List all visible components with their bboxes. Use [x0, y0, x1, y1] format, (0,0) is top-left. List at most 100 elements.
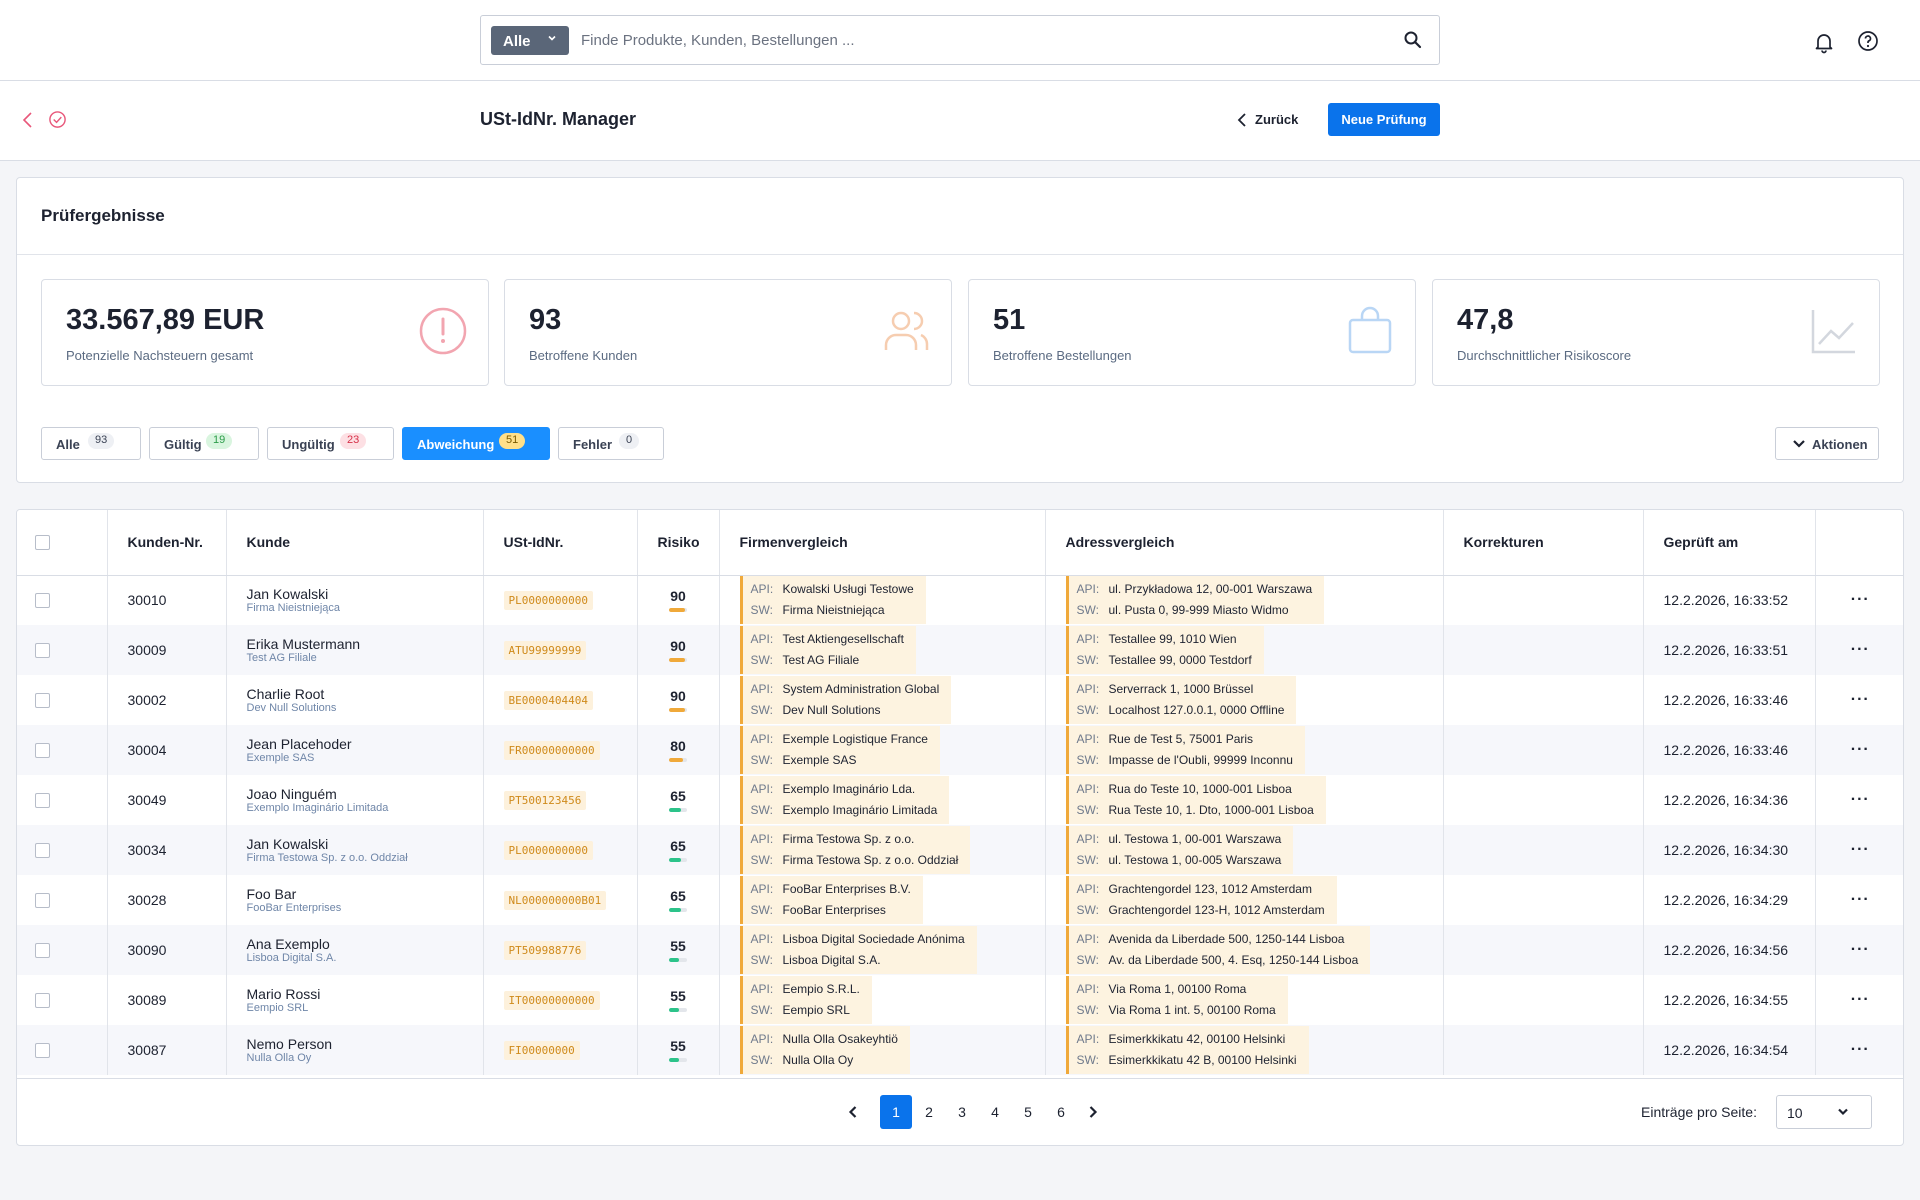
column-header[interactable]: USt-IdNr.: [483, 510, 638, 576]
bell-icon[interactable]: [1812, 30, 1836, 54]
sw-key-label: SW:: [1076, 703, 1099, 717]
customer-cell[interactable]: Charlie Root Dev Null Solutions: [226, 675, 484, 725]
column-header[interactable]: Korrekturen: [1443, 510, 1644, 576]
row-menu-button[interactable]: ···: [1815, 575, 1903, 625]
comparison-sw-line: SW: Nulla Olla Oy: [751, 1050, 898, 1071]
table-row[interactable]: 30090 Ana Exemplo Lisboa Digital S.A. PT509…: [17, 925, 1903, 975]
row-menu-button[interactable]: ···: [1815, 925, 1903, 975]
customer-cell[interactable]: Joao Ninguém Exemplo Imaginário Limitada: [226, 775, 484, 825]
row-menu-button[interactable]: ···: [1815, 875, 1903, 925]
comparison-box: API: Rue de Test 5, 75001 Paris SW: Impasse…: [1065, 726, 1305, 774]
table-row[interactable]: 30089 Mario Rossi Eempio SRL IT00000000000 5…: [17, 975, 1903, 1025]
customer-cell[interactable]: Foo Bar FooBar Enterprises: [226, 875, 484, 925]
alert-circle-icon: [419, 307, 467, 355]
actions-label: Aktionen: [1812, 437, 1868, 452]
customer-cell[interactable]: Nemo Person Nulla Olla Oy: [226, 1025, 484, 1075]
table-row[interactable]: 30028 Foo Bar FooBar Enterprises NL00000000…: [17, 875, 1903, 925]
comparison-box: API: Firma Testowa Sp. z o.o. SW: Firma Tes…: [739, 826, 971, 874]
per-page-select[interactable]: 10: [1776, 1095, 1872, 1129]
page-6-button[interactable]: 6: [1045, 1095, 1077, 1129]
comparison-api-line: API: Rue de Test 5, 75001 Paris: [1077, 729, 1293, 750]
table-row[interactable]: 30002 Charlie Root Dev Null Solutions BE000…: [17, 675, 1903, 725]
page-2-button[interactable]: 2: [913, 1095, 945, 1129]
filter-valid[interactable]: Gültig 19: [149, 427, 259, 460]
filter-mismatch[interactable]: Abweichung 51: [402, 427, 550, 460]
customer-cell[interactable]: Jean Placehoder Exemple SAS: [226, 725, 484, 775]
api-key-label: API:: [1076, 632, 1100, 646]
column-header[interactable]: Firmenvergleich: [719, 510, 1046, 576]
vat-id-badge: NL000000000B01: [503, 890, 607, 910]
comparison-box: API: Kowalski Usługi Testowe SW: Firma Niei…: [739, 576, 926, 625]
kpi-label: Betroffene Bestellungen: [993, 348, 1132, 363]
table-row[interactable]: 30010 Jan Kowalski Firma Nieistniejąca PL00…: [17, 575, 1903, 625]
column-header[interactable]: Kunden-Nr.: [107, 510, 227, 576]
search-input[interactable]: [581, 26, 1381, 55]
customer-company: Firma Testowa Sp. z o.o. Oddział: [246, 852, 408, 864]
help-icon[interactable]: [1856, 29, 1880, 53]
filter-error[interactable]: Fehler 0: [558, 427, 664, 460]
table-row[interactable]: 30004 Jean Placehoder Exemple SAS FR0000000…: [17, 725, 1903, 775]
row-checkbox[interactable]: [35, 642, 50, 658]
customer-cell[interactable]: Erika Mustermann Test AG Filiale: [226, 625, 484, 675]
search-scope-dropdown[interactable]: Alle: [491, 26, 569, 55]
api-key-label: API:: [1076, 732, 1100, 746]
row-checkbox[interactable]: [35, 792, 50, 808]
row-checkbox[interactable]: [35, 692, 50, 708]
row-checkbox[interactable]: [35, 742, 50, 758]
line-chart-icon: [1811, 310, 1855, 354]
risk-score: 55: [670, 1038, 686, 1054]
customer-cell[interactable]: Jan Kowalski Firma Testowa Sp. z o.o. Odd…: [226, 825, 484, 875]
row-menu-button[interactable]: ···: [1815, 675, 1903, 725]
chevron-down-icon: [1793, 440, 1805, 448]
sw-value: FooBar Enterprises: [782, 903, 886, 917]
row-menu-button[interactable]: ···: [1815, 775, 1903, 825]
row-checkbox[interactable]: [35, 1042, 50, 1058]
company-comparison: API: Exemple Logistique France SW: Exemple …: [719, 725, 1046, 775]
new-check-button[interactable]: Neue Prüfung: [1328, 103, 1440, 136]
api-key-label: API:: [750, 932, 774, 946]
back-button[interactable]: Zurück: [1237, 107, 1298, 133]
column-header[interactable]: Risiko: [637, 510, 720, 576]
sw-value: Test AG Filiale: [782, 653, 860, 667]
back-arrow-icon[interactable]: [20, 111, 36, 129]
page-5-button[interactable]: 5: [1012, 1095, 1044, 1129]
select-all-checkbox[interactable]: [35, 534, 50, 550]
next-page-button[interactable]: [1077, 1095, 1109, 1129]
table-row[interactable]: 30034 Jan Kowalski Firma Testowa Sp. z o.o…: [17, 825, 1903, 875]
filter-all[interactable]: Alle 93: [41, 427, 141, 460]
search-icon[interactable]: [1403, 30, 1423, 50]
row-menu-button[interactable]: ···: [1815, 1025, 1903, 1075]
page-4-button[interactable]: 4: [979, 1095, 1011, 1129]
check-circle-icon[interactable]: [48, 110, 67, 129]
customer-number: 30090: [107, 925, 227, 975]
column-header[interactable]: Adressvergleich: [1045, 510, 1444, 576]
address-comparison: API: Rue de Test 5, 75001 Paris SW: Impasse…: [1045, 725, 1444, 775]
row-menu-button[interactable]: ···: [1815, 725, 1903, 775]
column-header[interactable]: Kunde: [226, 510, 484, 576]
checked-at: 12.2.2026, 16:33:46: [1643, 725, 1816, 775]
row-checkbox[interactable]: [35, 942, 50, 958]
row-menu-button[interactable]: ···: [1815, 625, 1903, 675]
row-checkbox[interactable]: [35, 892, 50, 908]
customer-cell[interactable]: Jan Kowalski Firma Nieistniejąca: [226, 575, 484, 625]
filter-invalid[interactable]: Ungültig 23: [267, 427, 394, 460]
row-menu-button[interactable]: ···: [1815, 975, 1903, 1025]
table-row[interactable]: 30049 Joao Ninguém Exemplo Imaginário Limi…: [17, 775, 1903, 825]
row-menu-button[interactable]: ···: [1815, 825, 1903, 875]
row-checkbox[interactable]: [35, 992, 50, 1008]
vat-id-badge: PL0000000000: [503, 590, 593, 610]
row-checkbox[interactable]: [35, 842, 50, 858]
table-row[interactable]: 30087 Nemo Person Nulla Olla Oy FI00000000 5…: [17, 1025, 1903, 1075]
vat-cell: PT500123456: [483, 775, 638, 825]
sw-value: Dev Null Solutions: [782, 703, 881, 717]
customer-cell[interactable]: Ana Exemplo Lisboa Digital S.A.: [226, 925, 484, 975]
page-1-button[interactable]: 1: [880, 1095, 912, 1129]
customer-cell[interactable]: Mario Rossi Eempio SRL: [226, 975, 484, 1025]
risk-cell: 65: [637, 775, 720, 825]
actions-dropdown[interactable]: Aktionen: [1775, 427, 1879, 460]
page-3-button[interactable]: 3: [946, 1095, 978, 1129]
prev-page-button[interactable]: [837, 1095, 869, 1129]
row-checkbox[interactable]: [35, 592, 50, 608]
table-row[interactable]: 30009 Erika Mustermann Test AG Filiale ATU9…: [17, 625, 1903, 675]
column-header[interactable]: Geprüft am: [1643, 510, 1816, 576]
